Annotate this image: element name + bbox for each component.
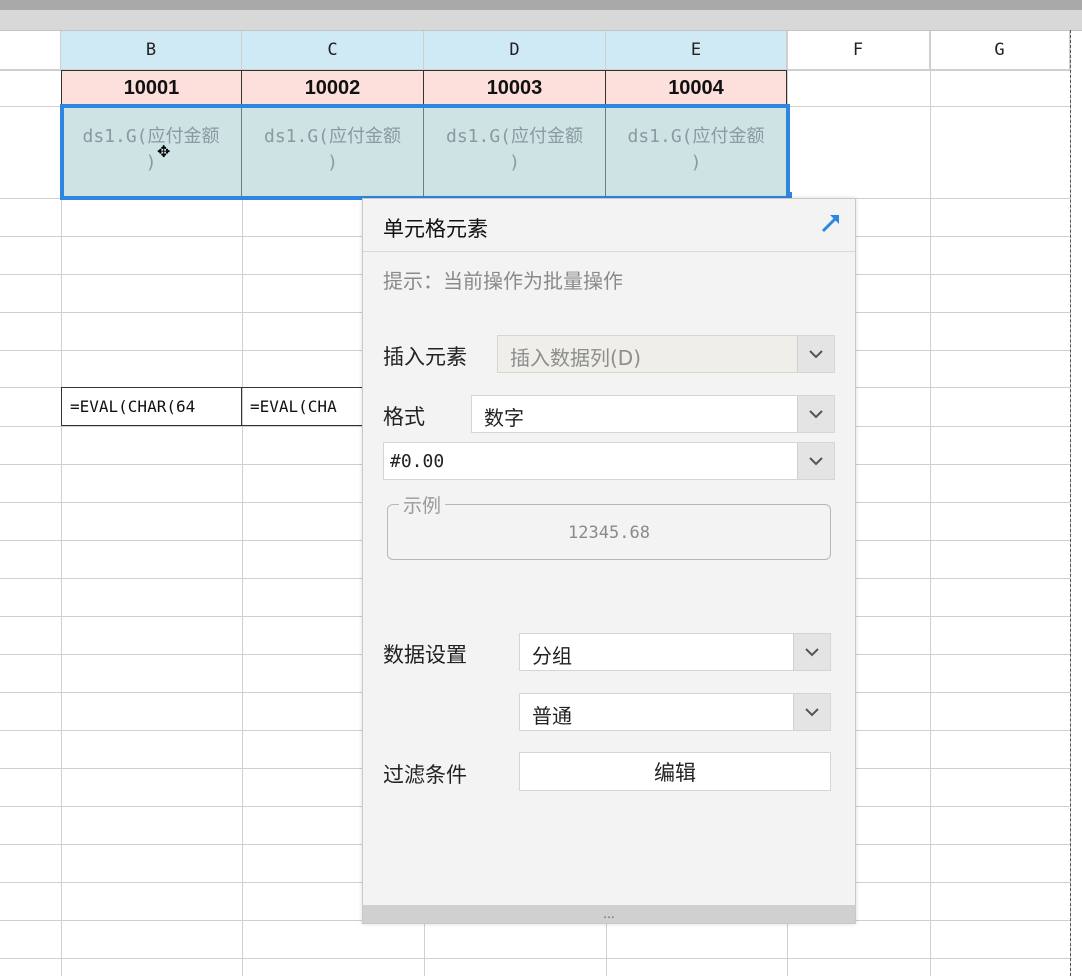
grid-column-line <box>930 31 931 976</box>
resize-grip[interactable]: ... <box>363 905 855 923</box>
number-pattern-select[interactable]: #0.00 <box>383 442 835 480</box>
data-setting-value: 分组 <box>532 644 572 668</box>
data-setting-label: 数据设置 <box>383 643 467 667</box>
column-header-f[interactable]: F <box>787 31 930 70</box>
page-boundary-line <box>1070 30 1071 976</box>
batch-hint: 提示：当前操作为批量操作 <box>383 269 623 293</box>
chevron-down-icon[interactable] <box>793 694 830 730</box>
cell-c2[interactable]: 10002 <box>242 70 424 106</box>
cell-b2[interactable]: 10001 <box>61 70 242 106</box>
cell-c3[interactable]: ds1.G(应付金额 ) <box>242 106 424 198</box>
panel-divider <box>363 251 855 252</box>
window-top-bar <box>0 0 1082 10</box>
cell-e2[interactable]: 10004 <box>606 70 787 106</box>
cell-d3[interactable]: ds1.G(应付金额 ) <box>424 106 606 198</box>
insert-element-label: 插入元素 <box>383 345 467 369</box>
expand-icon[interactable] <box>819 211 843 235</box>
example-box: 12345.68 <box>387 504 831 560</box>
move-cursor-icon: ✥ <box>157 142 171 161</box>
data-setting-select[interactable]: 分组 <box>519 633 831 671</box>
insert-element-select[interactable]: 插入数据列(D) <box>497 335 835 373</box>
corner-cell[interactable] <box>0 31 61 70</box>
panel-title: 单元格元素 <box>383 217 488 241</box>
example-value: 12345.68 <box>568 523 650 543</box>
column-header-g[interactable]: G <box>930 31 1070 70</box>
format-label: 格式 <box>383 405 425 429</box>
cell-e3[interactable]: ds1.G(应付金额 ) <box>606 106 787 198</box>
column-header-b[interactable]: B <box>61 31 242 70</box>
grip-dots: ... <box>603 907 615 921</box>
example-legend: 示例 <box>399 491 446 518</box>
insert-element-value: 插入数据列(D) <box>510 346 642 370</box>
toolbar-strip <box>0 10 1082 31</box>
filter-edit-button[interactable]: 编辑 <box>519 752 831 791</box>
chevron-down-icon[interactable] <box>797 396 834 432</box>
number-pattern-value: #0.00 <box>390 451 445 472</box>
column-header-d[interactable]: D <box>424 31 606 70</box>
column-header-e[interactable]: E <box>606 31 787 70</box>
group-mode-select[interactable]: 普通 <box>519 693 831 731</box>
grid-row-line <box>0 958 1070 959</box>
column-header-c[interactable]: C <box>242 31 424 70</box>
cell-b3[interactable]: ds1.G(应付金额 ) <box>61 106 242 198</box>
group-mode-value: 普通 <box>532 704 572 728</box>
filter-label: 过滤条件 <box>383 763 467 787</box>
cell-d2[interactable]: 10003 <box>424 70 606 106</box>
cell-element-panel: 单元格元素 提示：当前操作为批量操作 插入元素 插入数据列(D) 格式 数字 #… <box>362 198 856 924</box>
format-value: 数字 <box>484 406 524 430</box>
chevron-down-icon[interactable] <box>797 336 834 372</box>
format-select[interactable]: 数字 <box>471 395 835 433</box>
cell-b9[interactable]: =EVAL(CHAR(64 <box>61 387 242 426</box>
chevron-down-icon[interactable] <box>797 443 834 479</box>
chevron-down-icon[interactable] <box>793 634 830 670</box>
